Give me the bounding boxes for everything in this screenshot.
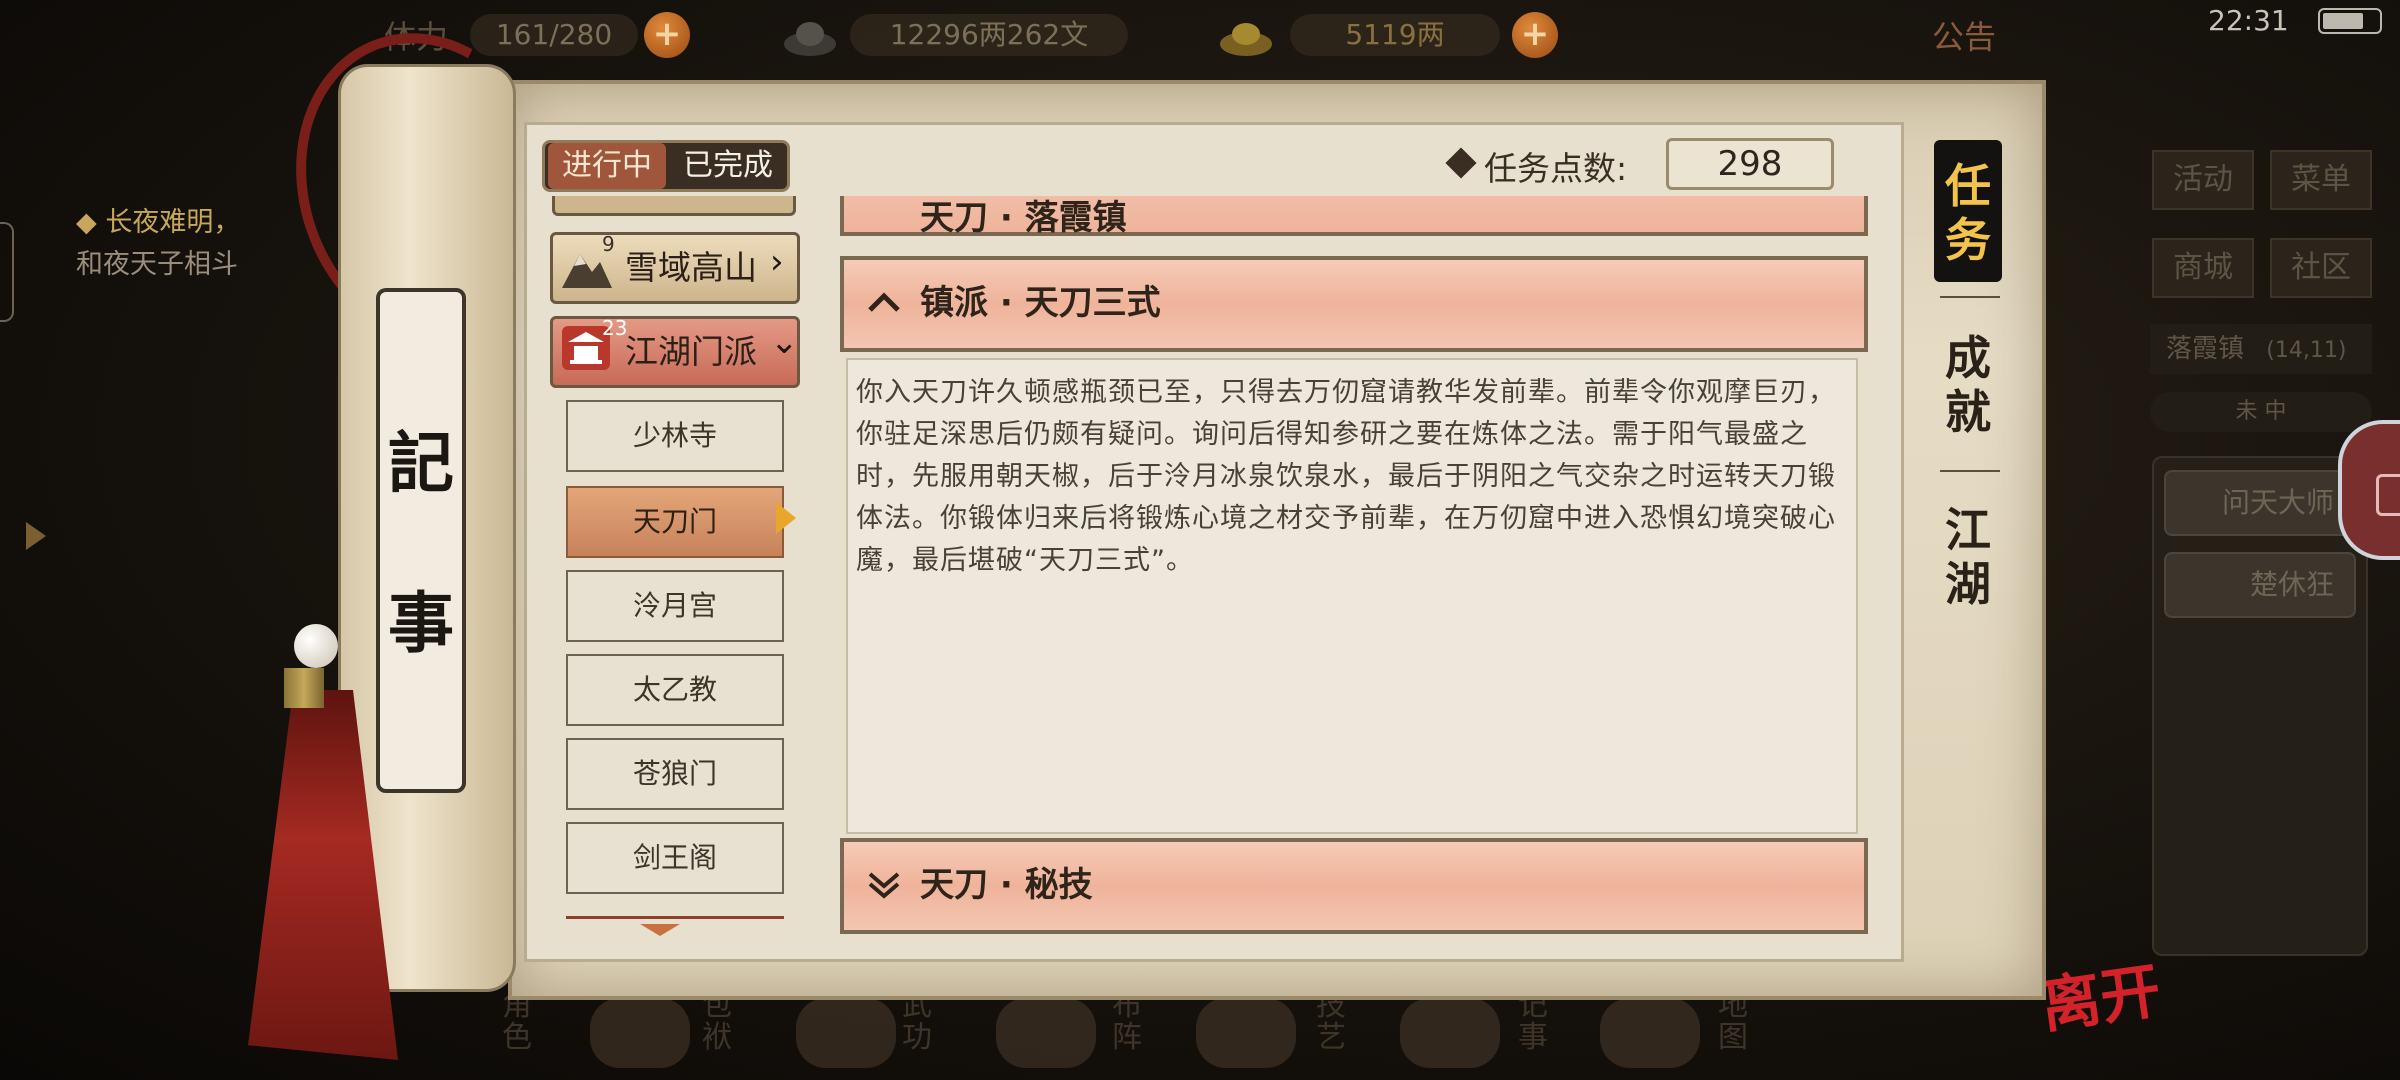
sub-item-lengyue[interactable]: 泠月宫 <box>566 570 784 642</box>
chevron-right-icon: › <box>770 242 784 282</box>
quest-header-collapsed[interactable]: 天刀 · 落霞镇 <box>840 196 1868 238</box>
time-of-day: 未 中 <box>2150 392 2372 432</box>
quest-title: 天刀 · 秘技 <box>920 865 1093 905</box>
list-scroll-indicator <box>566 916 784 919</box>
community-button[interactable]: 社区 <box>2270 238 2372 298</box>
map-icon <box>1600 998 1700 1068</box>
quest-hint-line2: 和夜天子相斗 <box>76 249 238 280</box>
tab-achievement[interactable]: 成 <box>1934 332 2002 384</box>
notice-button[interactable]: 公告 <box>1932 12 1996 58</box>
tab-achievement[interactable]: 就 <box>1934 386 2002 438</box>
add-gold-button[interactable]: + <box>1512 12 1558 58</box>
tab-world[interactable]: 江 <box>1934 504 2002 556</box>
sub-item-jianwang[interactable]: 剑王阁 <box>566 822 784 894</box>
left-drawer-tab[interactable] <box>0 222 14 322</box>
battery-icon <box>2318 8 2382 34</box>
category-label: 江湖门派 <box>625 332 757 371</box>
shop-button[interactable]: 商城 <box>2152 238 2254 298</box>
category-count: 9 <box>602 232 615 256</box>
tab-in-progress[interactable]: 进行中 <box>548 143 666 189</box>
tab-world[interactable]: 湖 <box>1934 558 2002 610</box>
scroll-title-char: 記 <box>388 424 454 502</box>
skill-icon <box>1196 998 1296 1068</box>
sub-item-canglang[interactable]: 苍狼门 <box>566 738 784 810</box>
location-coords: (14,11) <box>2266 338 2347 363</box>
quest-description: 你入天刀许久顿感瓶颈已至，只得去万仞窟请教华发前辈。前辈令你观摩巨刃，你驻足深思… <box>856 377 1836 576</box>
leave-button[interactable]: 离开 <box>2035 942 2166 1045</box>
scroll-title-plate <box>376 288 466 793</box>
tassel-cap <box>284 668 324 708</box>
location-bar: 落霞镇 (14,11) <box>2150 324 2372 374</box>
jade-bead <box>294 624 338 668</box>
sub-item-shaolin[interactable]: 少林寺 <box>566 400 784 472</box>
quest-header-collapsed[interactable]: 天刀 · 秘技 <box>840 838 1868 934</box>
floating-assist-button[interactable] <box>2338 420 2400 560</box>
tab-divider <box>1940 470 2000 472</box>
quest-hint-line1: ◆ 长夜难明， <box>76 207 241 238</box>
selected-arrow-icon <box>776 502 796 534</box>
activity-button[interactable]: 活动 <box>2152 150 2254 210</box>
gold-ingot-icon <box>1220 23 1272 56</box>
location-name: 落霞镇 <box>2166 334 2245 364</box>
category-item-partial[interactable] <box>552 196 796 216</box>
tab-divider <box>1940 296 2000 298</box>
coins-value: 12296两262文 <box>850 14 1128 56</box>
expand-left-arrow-icon[interactable] <box>26 522 46 550</box>
gold-value: 5119两 <box>1290 14 1500 56</box>
npc-item[interactable]: 楚休狂 <box>2164 552 2356 618</box>
task-points-value: 298 <box>1666 138 1834 190</box>
journal-icon <box>1400 998 1500 1068</box>
bag-icon <box>590 998 690 1068</box>
chevron-up-icon <box>868 292 900 312</box>
scroll-title-char: 事 <box>388 584 454 662</box>
tab-tasks-char: 任 <box>1945 159 1991 213</box>
status-time: 22:31 <box>2208 4 2289 37</box>
formation-icon <box>996 998 1096 1068</box>
menu-button[interactable]: 菜单 <box>2270 150 2372 210</box>
ingot-silver-icon <box>784 22 836 56</box>
task-points-label: 任务点数: <box>1484 149 1628 188</box>
category-count: 23 <box>602 316 628 340</box>
add-stamina-button[interactable]: + <box>644 12 690 58</box>
sub-item-tiandao[interactable]: 天刀门 <box>566 486 784 558</box>
tab-tasks-char: 务 <box>1945 213 1991 267</box>
stamina-value: 161/280 <box>470 14 638 56</box>
quest-hint[interactable]: ◆ 长夜难明， 和夜天子相斗 <box>76 202 240 286</box>
quest-title: 天刀 · 落霞镇 <box>920 198 1127 238</box>
category-label: 雪域高山 <box>625 248 757 287</box>
tab-completed[interactable]: 已完成 <box>670 143 786 189</box>
quest-title: 镇派 · 天刀三式 <box>920 283 1161 323</box>
quest-header-expanded[interactable]: 镇派 · 天刀三式 <box>840 256 1868 352</box>
chevron-down-icon: ⌄ <box>770 322 799 362</box>
npc-item[interactable]: 问天大师 <box>2164 470 2356 536</box>
martial-book-icon <box>796 998 896 1068</box>
chevron-down-double-icon <box>868 872 900 899</box>
sub-item-taiyi[interactable]: 太乙教 <box>566 654 784 726</box>
